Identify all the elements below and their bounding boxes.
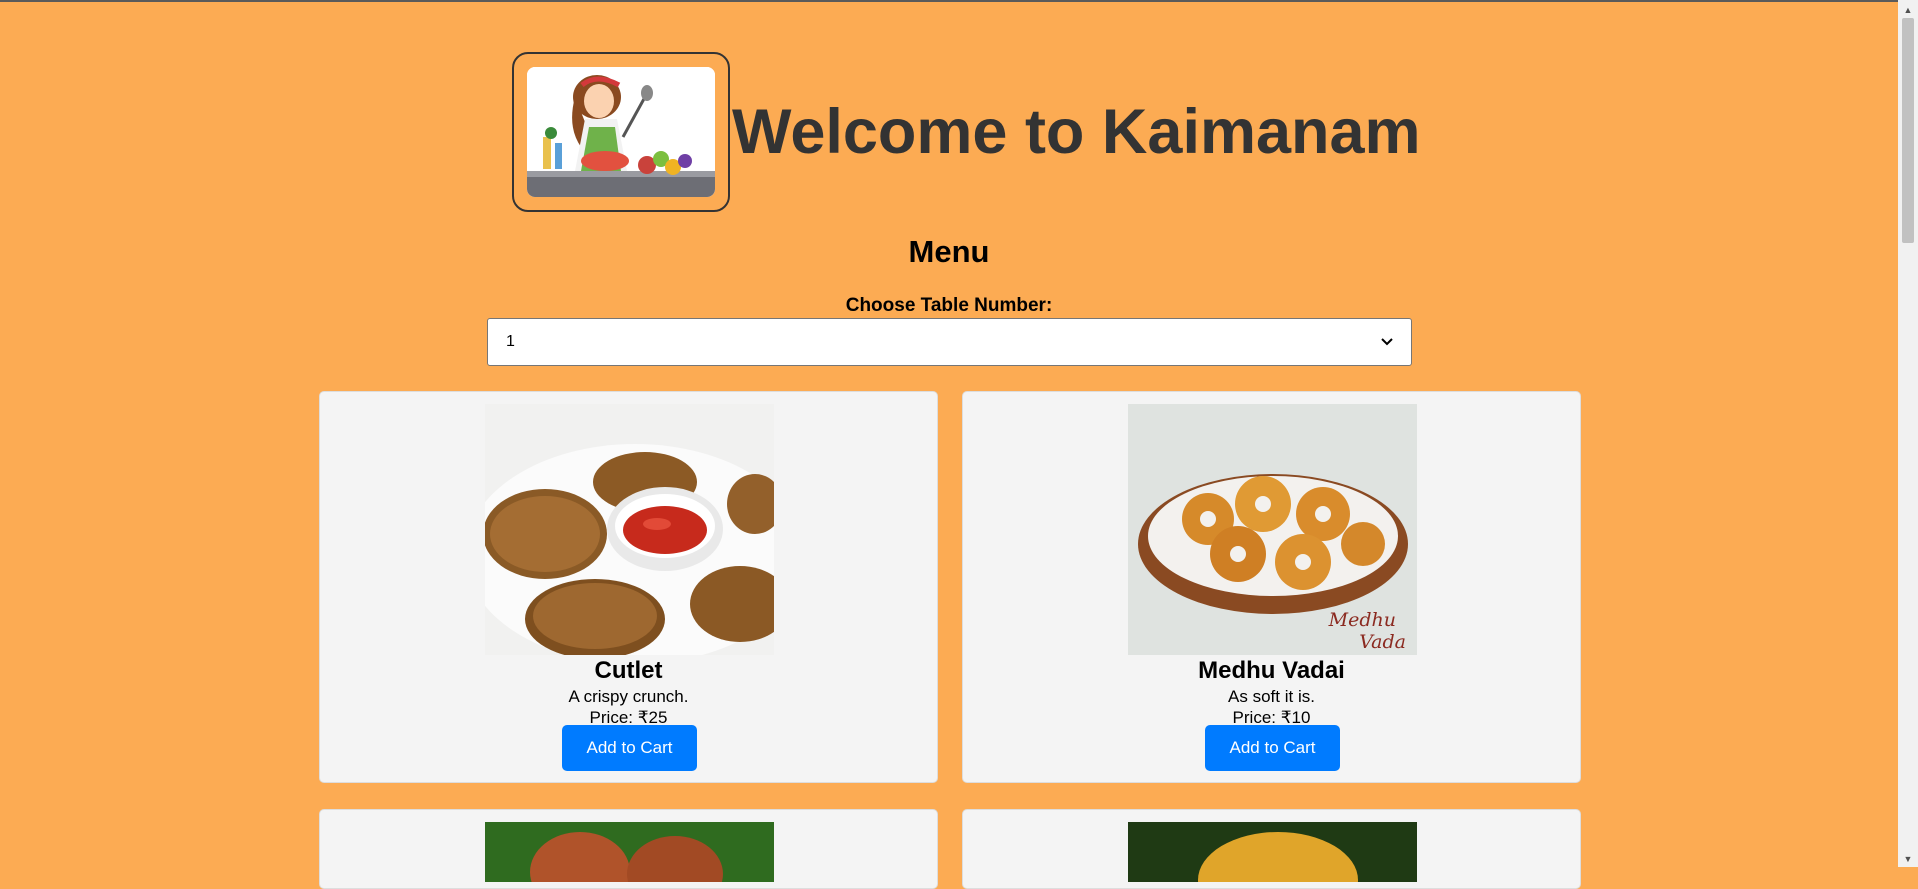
cutlet-image	[485, 404, 774, 655]
add-to-cart-button[interactable]: Add to Cart	[1205, 725, 1340, 771]
food-image	[485, 822, 774, 882]
scroll-down-icon[interactable]: ▼	[1898, 851, 1918, 867]
vadai-image: Medhu Vada	[1128, 404, 1417, 655]
window-top-border	[0, 0, 1918, 2]
menu-heading: Menu	[908, 234, 990, 269]
table-number-label: Choose Table Number:	[845, 295, 1053, 316]
logo-frame	[512, 52, 730, 212]
chef-logo-icon	[527, 67, 715, 197]
scrollbar-thumb[interactable]	[1902, 18, 1914, 243]
chevron-down-icon	[1381, 333, 1393, 351]
site-header: Welcome to Kaimanam	[512, 52, 1421, 212]
add-to-cart-button[interactable]: Add to Cart	[562, 725, 697, 771]
svg-text:Vada: Vada	[1359, 631, 1406, 653]
item-name: Cutlet	[594, 657, 663, 684]
svg-text:Medhu: Medhu	[1328, 609, 1396, 631]
menu-item-card	[319, 809, 938, 889]
table-number-value: 1	[506, 333, 515, 350]
page-title: Welcome to Kaimanam	[732, 97, 1421, 167]
scroll-up-icon[interactable]: ▲	[1898, 2, 1918, 18]
item-description: As soft it is.	[1228, 687, 1315, 706]
menu-item-card	[962, 809, 1581, 889]
food-image	[1128, 822, 1417, 882]
menu-item-card: Medhu Vada Medhu Vadai As soft it is. Pr…	[962, 391, 1581, 783]
item-description: A crispy crunch.	[568, 687, 689, 706]
item-name: Medhu Vadai	[1198, 657, 1345, 684]
page-scrollbar[interactable]: ▲ ▼	[1898, 0, 1918, 867]
table-number-select[interactable]: 1	[487, 318, 1412, 366]
menu-item-card: Cutlet A crispy crunch. Price: ₹25 Add t…	[319, 391, 938, 783]
